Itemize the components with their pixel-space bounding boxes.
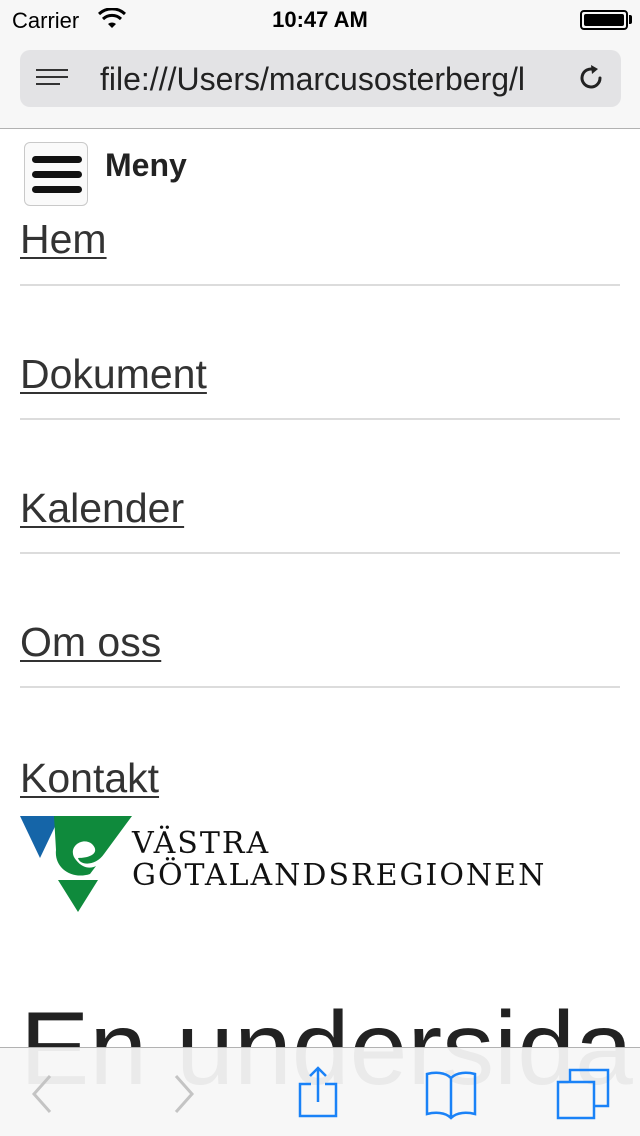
logo-text-line2: GÖTALANDSREGIONEN <box>132 858 547 893</box>
nav-item-dokument: Dokument <box>20 286 620 420</box>
bottom-toolbar <box>0 1047 640 1136</box>
hamburger-menu-button[interactable] <box>24 142 88 206</box>
bookmarks-icon[interactable] <box>423 1066 479 1122</box>
vgr-logo-mark <box>20 816 132 912</box>
nav-link-om-oss[interactable]: Om oss <box>20 619 161 666</box>
nav-item-om-oss: Om oss <box>20 554 620 688</box>
battery-icon <box>580 10 628 30</box>
clock: 10:47 AM <box>272 7 368 32</box>
nav-link-kontakt[interactable]: Kontakt <box>20 755 159 802</box>
reader-icon[interactable] <box>36 69 68 91</box>
logo-text-line1: VÄSTRA <box>132 826 271 861</box>
reload-icon[interactable] <box>576 63 606 93</box>
status-bar: Carrier 10:47 AM <box>0 0 640 40</box>
nav-item-hem: Hem <box>20 206 620 286</box>
battery-tip <box>629 15 632 24</box>
forward-icon[interactable] <box>156 1066 212 1122</box>
nav-link-kalender[interactable]: Kalender <box>20 485 184 532</box>
browser-address-area: file:///Users/marcusosterberg/l <box>0 40 640 129</box>
vgr-logo[interactable]: VÄSTRA GÖTALANDSREGIONEN <box>20 814 544 914</box>
nav-link-dokument[interactable]: Dokument <box>20 351 207 398</box>
tabs-icon[interactable] <box>556 1066 612 1122</box>
menu-label: Meny <box>105 147 187 183</box>
nav-item-kontakt: Kontakt <box>20 688 620 822</box>
address-bar[interactable]: file:///Users/marcusosterberg/l <box>20 50 621 107</box>
nav-link-hem[interactable]: Hem <box>20 216 107 263</box>
back-icon[interactable] <box>14 1066 70 1122</box>
url-text[interactable]: file:///Users/marcusosterberg/l <box>100 61 562 98</box>
nav-list: Hem Dokument Kalender Om oss Kontakt <box>20 206 620 822</box>
nav-item-kalender: Kalender <box>20 420 620 554</box>
share-icon[interactable] <box>290 1066 346 1122</box>
